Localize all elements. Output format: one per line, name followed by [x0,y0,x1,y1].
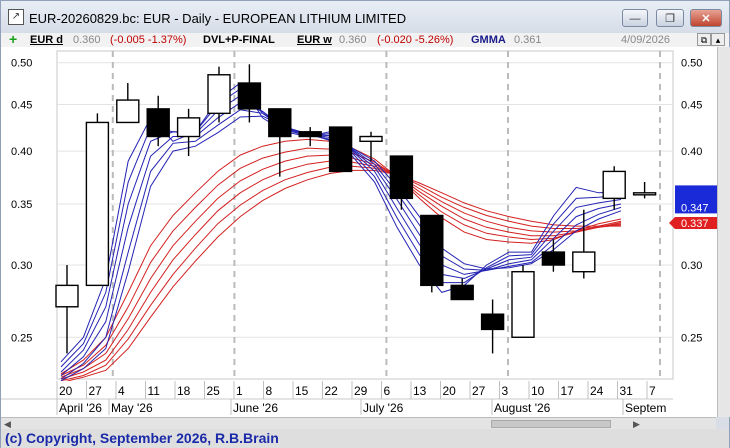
daily-series-name[interactable]: EUR d [30,33,63,47]
x-tick-label: 4 [118,384,125,398]
month-label: May '26 [111,401,153,415]
month-label: July '26 [363,401,404,415]
x-tick-label: 15 [295,384,309,398]
close-button[interactable]: ✕ [690,9,722,27]
y-tick-label-right: 0.30 [681,260,702,272]
restore-button[interactable]: ❐ [656,9,684,27]
chart-app-icon[interactable]: ↗ [8,9,24,25]
detach-icon[interactable]: ⧉ [697,33,711,46]
x-tick-label: 31 [620,384,634,398]
x-tick-label: 6 [384,384,391,398]
chart-window: ↗ EUR-20260829.bc: EUR - Daily - EUROPEA… [0,0,730,448]
month-label: August '26 [494,401,551,415]
price-chart[interactable]: 0.250.250.300.300.350.350.400.400.450.45… [1,47,717,417]
x-tick-label: 13 [413,384,427,398]
candle-body [298,131,322,138]
candle-body [328,126,353,173]
month-label: June '26 [233,401,278,415]
indicator-name[interactable]: DVL+P-FINAL [203,33,275,47]
x-tick-label: 1 [236,384,243,398]
candle-body [450,284,474,301]
price-tag-short: 0.347 [681,202,709,214]
candle-body [268,108,292,138]
y-tick-label-left: 0.50 [11,58,32,70]
x-tick-label: 27 [89,384,103,398]
x-tick-label: 25 [207,384,221,398]
x-tick-label: 22 [325,384,339,398]
y-tick-label-left: 0.40 [11,146,32,158]
x-tick-label: 17 [561,384,575,398]
weekly-change: (-0.020 -5.26%) [377,34,454,46]
month-label: Septem [625,401,666,415]
vertical-scrollbar[interactable] [717,47,730,417]
gmma-value: 0.361 [514,34,542,46]
candle-body [85,121,110,287]
candle-body [389,155,414,200]
legend-date: 4/09/2026 [621,34,670,46]
y-tick-label-left: 0.25 [11,332,32,344]
month-label: April '26 [59,401,102,415]
y-tick-label-right: 0.40 [681,146,702,158]
x-tick-label: 3 [502,384,509,398]
y-tick-label-left: 0.30 [11,260,32,272]
x-tick-label: 8 [266,384,273,398]
x-tick-label: 18 [177,384,191,398]
copyright-notice: (c) Copyright, September 2026, R.B.Brain [1,429,729,448]
candle-body [572,251,596,273]
candle-body [176,117,201,138]
y-tick-label-left: 0.35 [11,199,32,211]
candle-body [207,74,231,115]
candle-body [420,214,444,287]
x-tick-label: 20 [443,384,457,398]
y-tick-label-right: 0.50 [681,58,702,70]
candle-body [602,170,626,200]
daily-price: 0.360 [73,34,101,46]
candle-body [632,192,657,196]
candle-body [237,82,262,110]
x-tick-label: 27 [472,384,486,398]
x-tick-label: 10 [531,384,545,398]
window-title: EUR-20260829.bc: EUR - Daily - EUROPEAN … [29,11,407,26]
daily-change: (-0.005 -1.37%) [110,34,187,46]
candle-body [359,135,383,143]
weekly-price: 0.360 [339,34,367,46]
x-tick-label: 20 [59,384,73,398]
weekly-series-name[interactable]: EUR w [297,33,332,47]
x-tick-label: 29 [354,384,368,398]
candle-body [55,284,79,308]
candle-body [480,313,505,331]
x-tick-label: 7 [649,384,656,398]
collapse-icon[interactable]: ▴ [711,33,725,46]
legend-bar: + EUR d 0.360 (-0.005 -1.37%) DVL+P-FINA… [1,32,729,49]
x-tick-label: 24 [590,384,604,398]
candle-body [116,99,140,124]
y-tick-label-right: 0.45 [681,99,702,111]
y-tick-label-left: 0.45 [11,99,32,111]
y-tick-label-right: 0.25 [681,332,702,344]
x-tick-label: 11 [148,384,161,398]
candle-body [511,271,535,338]
add-indicator-icon[interactable]: + [9,32,17,46]
title-bar[interactable]: ↗ EUR-20260829.bc: EUR - Daily - EUROPEA… [1,1,729,33]
price-tag-long: 0.337 [681,218,709,230]
scroll-thumb[interactable] [491,420,611,428]
candle-body [541,251,566,266]
minimize-button[interactable]: — [622,9,648,27]
candle-body [146,108,170,138]
